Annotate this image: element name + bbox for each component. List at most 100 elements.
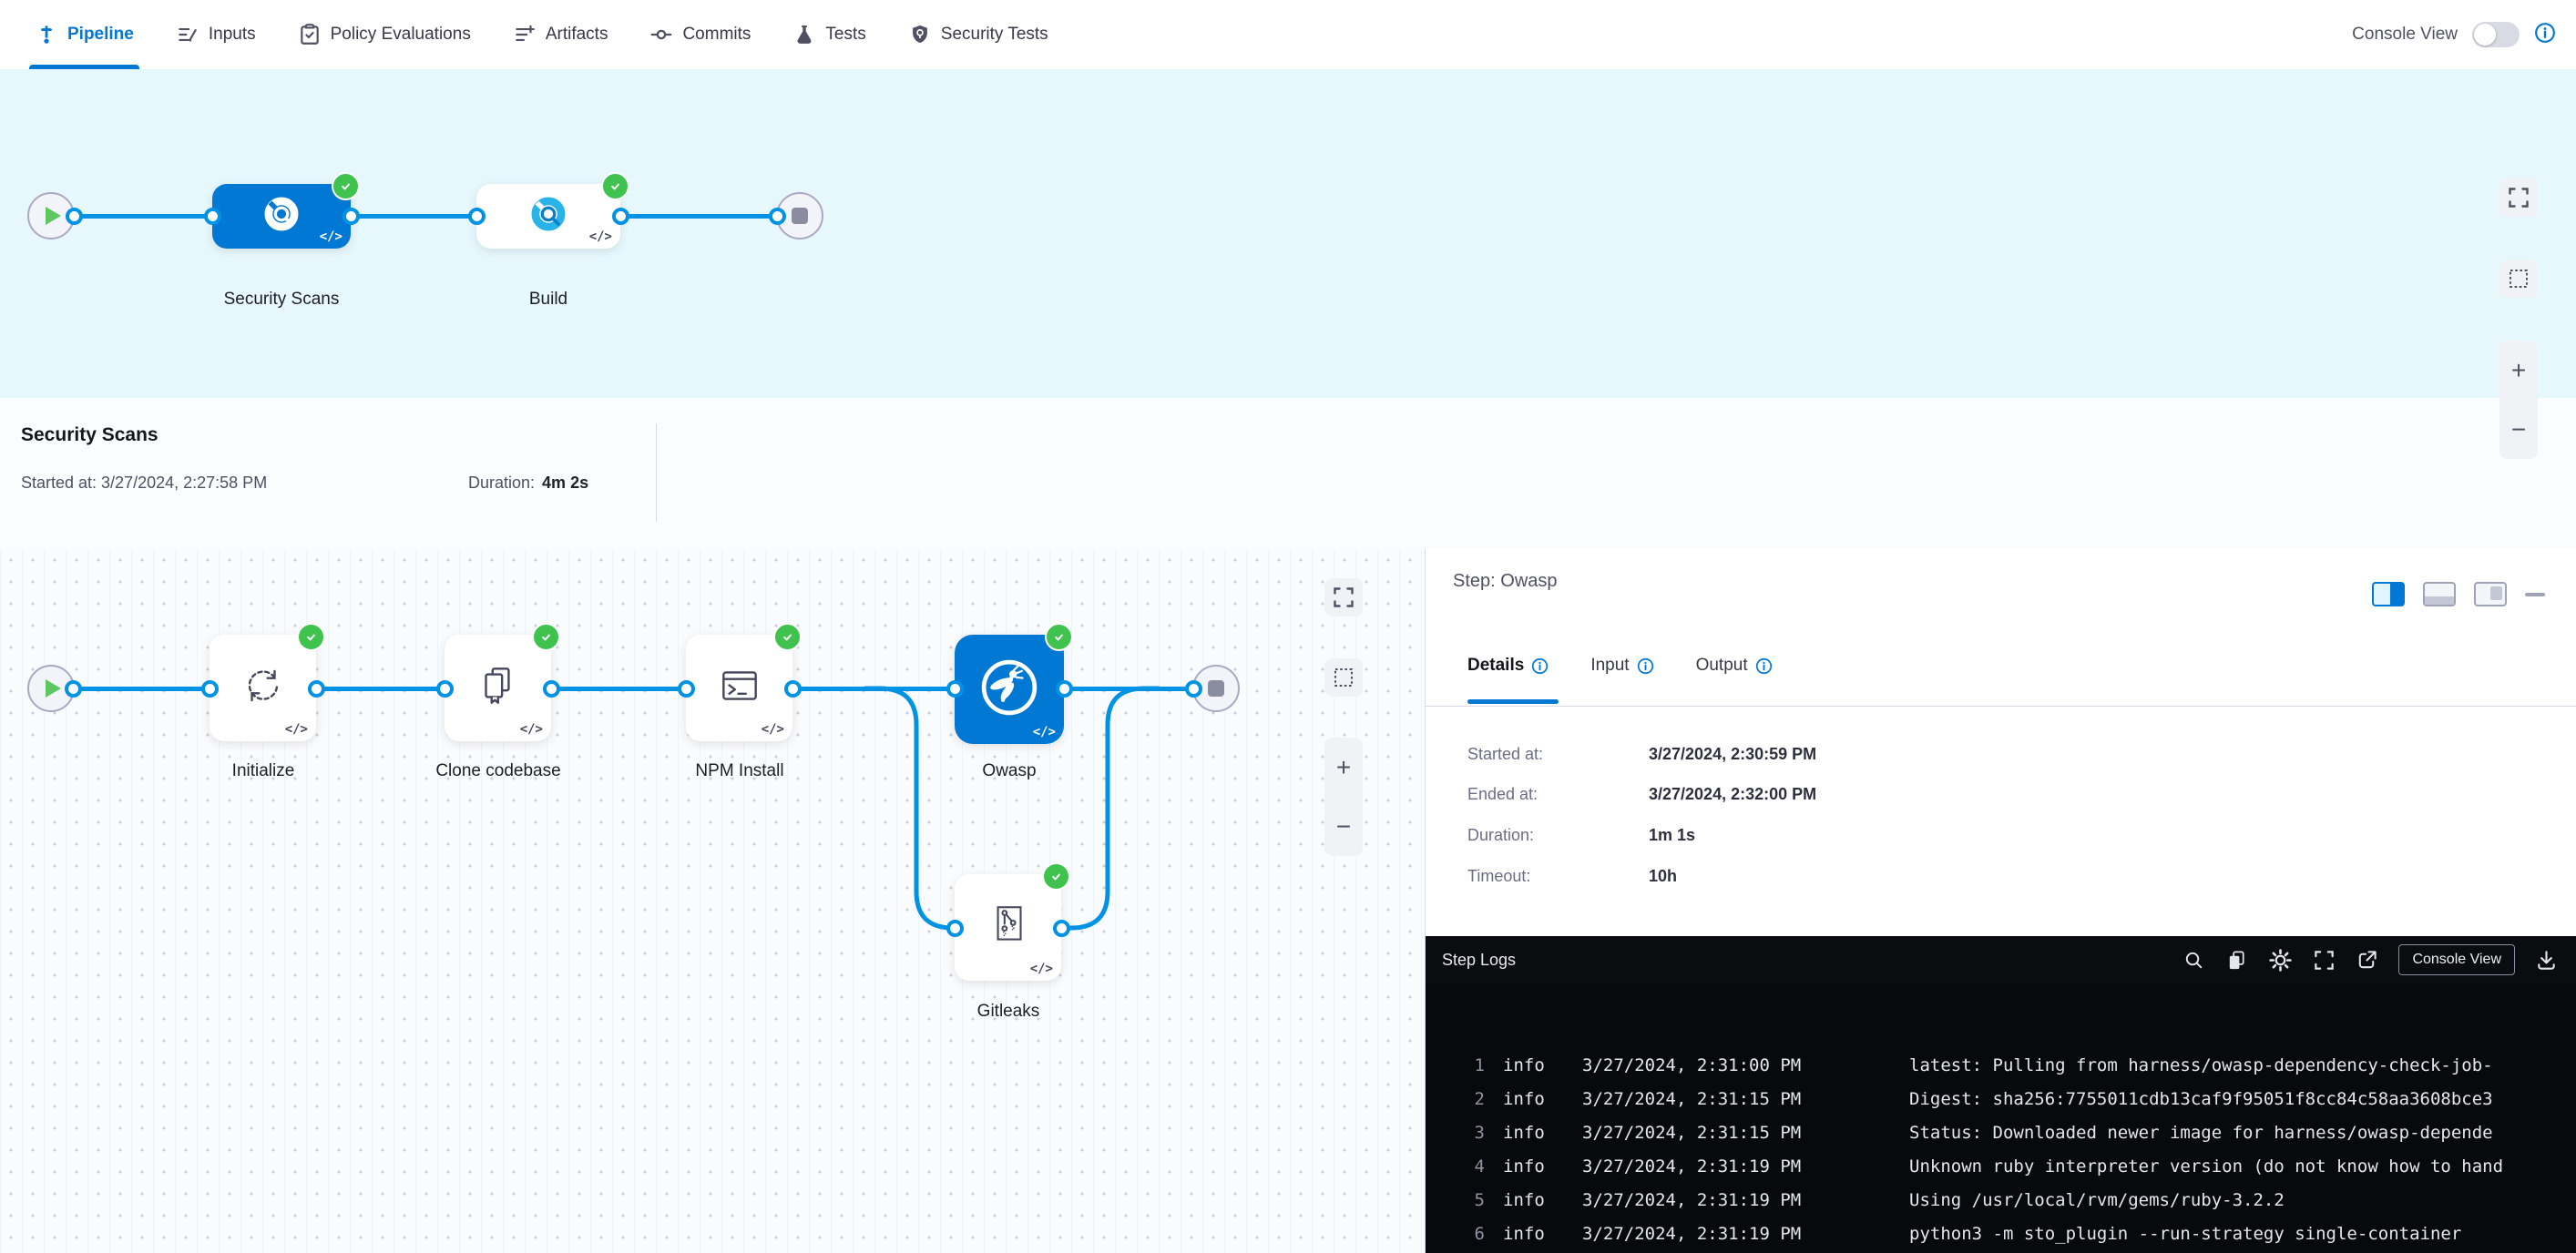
log-message: Status: Downloaded newer image for harne… (1909, 1123, 2493, 1143)
log-timestamp: 3/27/2024, 2:31:15 PM (1582, 1116, 1909, 1150)
connector-port (946, 680, 964, 698)
info-icon[interactable] (1531, 657, 1549, 675)
nav-tabs: Pipeline Inputs Policy Evaluations Artif… (0, 0, 1050, 69)
tab-input[interactable]: Input (1590, 656, 1653, 676)
field-timeout: Timeout:10h (1467, 867, 1677, 886)
execution-split-view: </> Initialize </> Clone codebase (0, 549, 2576, 1253)
connector-port (1185, 680, 1202, 698)
terminal-icon (715, 661, 764, 715)
nav-tab-tests[interactable]: Tests (791, 0, 867, 69)
gear-icon[interactable] (2268, 948, 2293, 973)
connector-port (308, 680, 325, 698)
log-line-number: 2 (1443, 1083, 1485, 1116)
stage-node-security-scans[interactable]: </> (212, 184, 351, 249)
selection-mode-button[interactable] (1324, 658, 1363, 697)
success-badge (1042, 862, 1070, 891)
nav-right: Console View (2352, 22, 2576, 48)
step-graph-canvas[interactable]: </> Initialize </> Clone codebase (0, 549, 1426, 1253)
stage-info-bar: Security Scans Started at: 3/27/2024, 2:… (0, 398, 2576, 550)
nav-tab-label: Commits (682, 25, 751, 45)
log-message: Digest: sha256:7755011cdb13caf9f95051f8c… (1909, 1089, 2493, 1109)
success-badge (1045, 623, 1073, 651)
tab-details[interactable]: Details (1467, 656, 1549, 676)
log-timestamp: 3/27/2024, 2:31:00 PM (1582, 1049, 1909, 1083)
log-timestamp: 3/27/2024, 2:31:19 PM (1582, 1184, 1909, 1217)
expand-canvas-button[interactable] (2499, 178, 2538, 217)
fullscreen-icon[interactable] (2313, 949, 2336, 972)
field-started-at: Started at:3/27/2024, 2:30:59 PM (1467, 745, 1816, 764)
search-icon[interactable] (2182, 949, 2205, 972)
step-node-npm-install[interactable]: </> (686, 635, 792, 741)
log-actions: Console View (2182, 944, 2576, 975)
tab-label: Output (1696, 656, 1748, 676)
zoom-out-button[interactable]: − (1336, 814, 1351, 840)
console-view-button[interactable]: Console View (2398, 944, 2515, 975)
step-node-initialize[interactable]: </> (210, 635, 316, 741)
info-icon[interactable] (2534, 22, 2556, 48)
step-node-owasp[interactable]: </> (955, 635, 1064, 744)
stage-started-at: Started at: 3/27/2024, 2:27:58 PM (21, 474, 267, 493)
connector-line (551, 687, 686, 691)
log-line-number: 5 (1443, 1184, 1485, 1217)
step-label: Gitleaks (899, 1002, 1118, 1022)
nav-tab-commits[interactable]: Commits (648, 0, 752, 69)
download-icon[interactable] (2535, 949, 2558, 972)
code-badge: </> (1030, 962, 1053, 976)
log-timestamp: 3/27/2024, 2:31:15 PM (1582, 1083, 1909, 1116)
layout-floating-panel-icon[interactable] (2474, 582, 2507, 606)
log-line: 1info3/27/2024, 2:31:00 PMlatest: Pullin… (1426, 1049, 2576, 1083)
inputs-icon (176, 23, 199, 46)
nav-tab-policy-evaluations[interactable]: Policy Evaluations (296, 0, 473, 69)
tab-output[interactable]: Output (1696, 656, 1773, 676)
zoom-out-button[interactable]: − (2511, 417, 2526, 443)
step-node-clone-codebase[interactable]: </> (445, 635, 551, 741)
layout-bottom-split-icon[interactable] (2423, 582, 2456, 606)
info-icon[interactable] (1755, 657, 1773, 675)
top-nav: Pipeline Inputs Policy Evaluations Artif… (0, 0, 2576, 70)
tab-label: Input (1590, 656, 1629, 676)
step-logs-console[interactable]: 1info3/27/2024, 2:31:00 PMlatest: Pullin… (1426, 983, 2576, 1253)
minimize-panel-button[interactable] (2525, 593, 2545, 596)
nav-tab-security-tests[interactable]: Security Tests (906, 0, 1050, 69)
connector-port (543, 680, 560, 698)
duration-value: 4m 2s (542, 474, 588, 493)
field-duration: Duration:1m 1s (1467, 826, 1695, 845)
step-logs-header: Step Logs (1426, 936, 2576, 984)
expand-canvas-button[interactable] (1324, 578, 1363, 616)
log-line-number: 4 (1443, 1150, 1485, 1184)
layout-fill (2490, 586, 2502, 600)
success-badge (332, 172, 360, 200)
stage-graph-canvas[interactable]: </> Security Scans </> Build (0, 69, 2576, 398)
success-badge (532, 623, 560, 651)
log-timestamp: 3/27/2024, 2:31:19 PM (1582, 1150, 1909, 1184)
connector-port (769, 208, 786, 225)
nav-tab-artifacts[interactable]: Artifacts (511, 0, 610, 69)
open-external-icon[interactable] (2356, 949, 2378, 972)
zoom-in-button[interactable]: + (2511, 358, 2526, 383)
connector-port (204, 208, 221, 225)
stage-label: Build (439, 290, 658, 310)
panel-layout-controls (2372, 582, 2545, 606)
flask-icon (792, 23, 816, 46)
code-badge: </> (762, 722, 784, 737)
panel-title: Step: Owasp (1453, 571, 1558, 592)
panel-tabs: Details Input Output (1467, 656, 1773, 676)
layout-right-split-icon[interactable] (2372, 582, 2405, 606)
console-view-toggle[interactable] (2472, 22, 2520, 47)
stage-duration: Duration: 4m 2s (468, 474, 588, 493)
log-line: 6info3/27/2024, 2:31:19 PMpython3 -m sto… (1426, 1217, 2576, 1251)
stage-node-build[interactable]: </> (476, 184, 620, 249)
nav-tab-pipeline[interactable]: Pipeline (33, 0, 136, 69)
nav-tab-label: Tests (825, 25, 865, 45)
connector-port (678, 680, 695, 698)
copy-icon[interactable] (2225, 949, 2248, 972)
info-icon[interactable] (1637, 657, 1654, 675)
log-level: info (1503, 1116, 1582, 1150)
step-node-gitleaks[interactable]: </> (955, 874, 1061, 981)
field-value: 3/27/2024, 2:32:00 PM (1649, 785, 1816, 803)
nav-tab-inputs[interactable]: Inputs (174, 0, 258, 69)
selection-mode-button[interactable] (2499, 260, 2538, 298)
success-badge (297, 623, 325, 651)
zoom-in-button[interactable]: + (1336, 755, 1351, 780)
field-value: 10h (1649, 867, 1677, 885)
